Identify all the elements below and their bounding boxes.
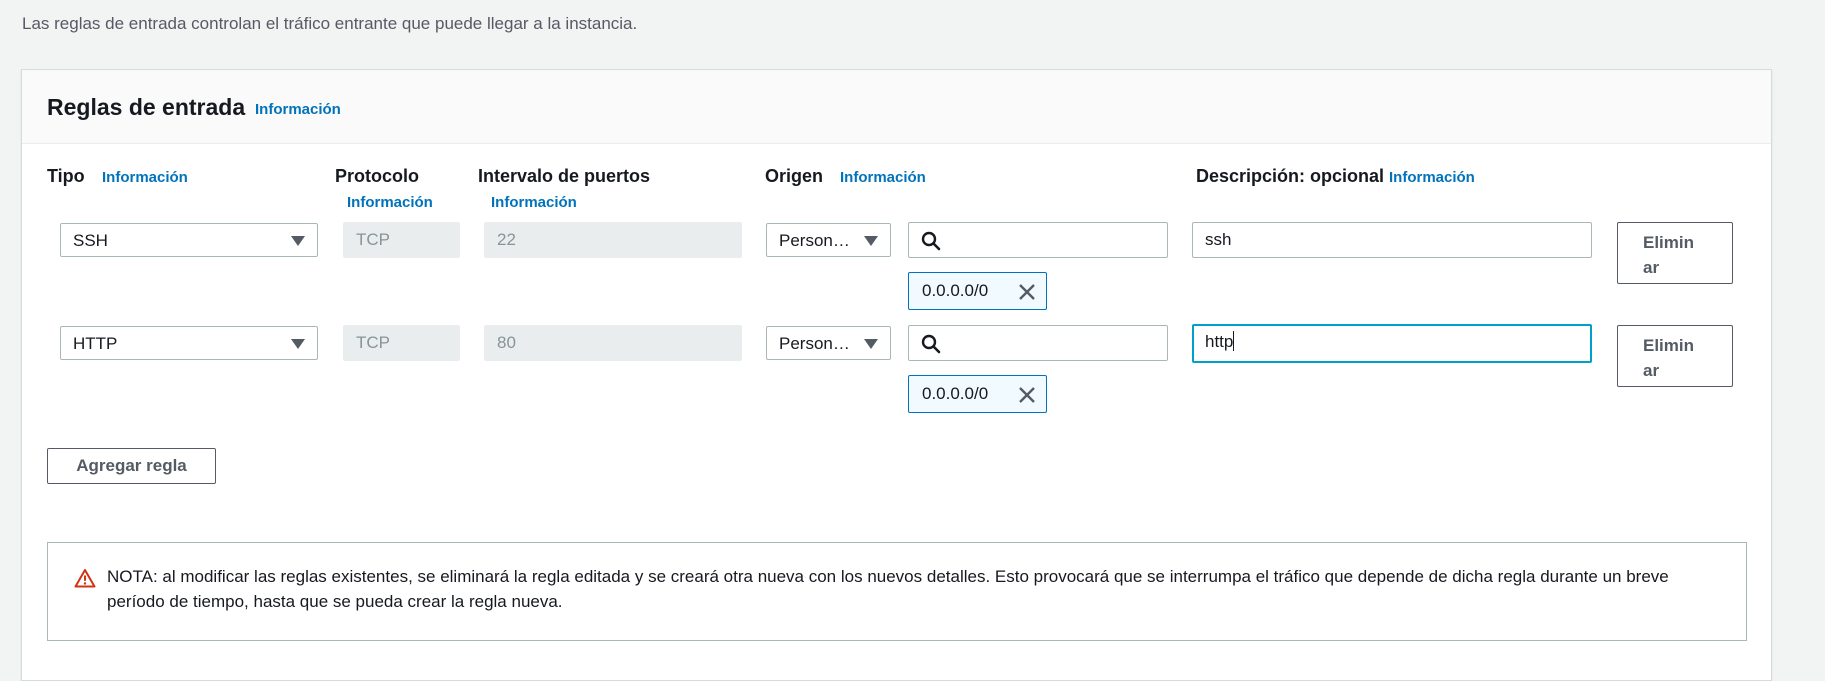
rule-source-search-input[interactable] <box>908 325 1168 361</box>
cidr-token: 0.0.0.0/0 <box>908 375 1047 413</box>
rule-protocol-field: TCP <box>343 325 460 361</box>
close-icon[interactable] <box>1018 386 1036 404</box>
rule-source-search-input[interactable] <box>908 222 1168 258</box>
caret-down-icon <box>864 339 878 349</box>
rule-type-value: HTTP <box>73 334 118 353</box>
column-origen-label: Origen <box>765 166 824 186</box>
column-protocolo-info-link[interactable]: Información <box>347 194 433 211</box>
warning-alert: NOTA: al modificar las reglas existentes… <box>47 542 1747 641</box>
rule-description-input[interactable]: ssh <box>1192 222 1592 258</box>
column-tipo-info-link[interactable]: Información <box>102 169 188 186</box>
column-descripcion-info-link[interactable]: Información <box>1389 169 1475 186</box>
column-descripcion-label: Descripción: opcional <box>1196 166 1385 186</box>
cidr-token-label: 0.0.0.0/0 <box>922 384 989 403</box>
inbound-rules-panel: Reglas de entrada Información Tipo Infor… <box>21 69 1772 681</box>
remove-rule-button[interactable]: Elimin ar <box>1617 325 1733 387</box>
rule-source-type-value: Person… <box>779 334 850 353</box>
remove-rule-button[interactable]: Elimin ar <box>1617 222 1733 284</box>
rule-type-select[interactable]: HTTP <box>60 326 318 360</box>
intro-text: Las reglas de entrada controlan el tráfi… <box>22 14 638 33</box>
rule-description-input[interactable]: http <box>1192 324 1592 363</box>
caret-down-icon <box>291 236 305 246</box>
column-tipo-label: Tipo <box>47 166 85 186</box>
caret-down-icon <box>291 339 305 349</box>
remove-rule-label-line2: ar <box>1643 258 1660 277</box>
rule-description-value: http <box>1205 332 1234 351</box>
column-puertos-label: Intervalo de puertos <box>478 166 651 186</box>
panel-title: Reglas de entrada <box>47 94 246 120</box>
remove-rule-label-line2: ar <box>1643 361 1660 380</box>
warning-triangle-icon <box>74 569 96 588</box>
rule-port-range-field: 22 <box>484 222 742 258</box>
text-cursor <box>1233 331 1235 351</box>
rule-type-value: SSH <box>73 231 108 250</box>
column-origen-info-link[interactable]: Información <box>840 169 926 186</box>
close-icon[interactable] <box>1018 283 1036 301</box>
caret-down-icon <box>864 236 878 246</box>
warning-alert-text: NOTA: al modificar las reglas existentes… <box>107 567 1669 611</box>
remove-rule-label-line1: Elimin <box>1643 336 1695 355</box>
remove-rule-label-line1: Elimin <box>1643 233 1695 252</box>
rule-port-range-field: 80 <box>484 325 742 361</box>
panel-header: Reglas de entrada Información <box>22 70 1771 144</box>
rule-source-type-value: Person… <box>779 231 850 250</box>
rule-protocol-field: TCP <box>343 222 460 258</box>
cidr-token: 0.0.0.0/0 <box>908 272 1047 310</box>
rule-source-type-select[interactable]: Person… <box>766 223 891 257</box>
add-rule-button[interactable]: Agregar regla <box>47 448 216 484</box>
search-icon <box>921 334 941 354</box>
column-protocolo-label: Protocolo <box>335 166 419 186</box>
search-icon <box>921 231 941 251</box>
column-puertos-info-link[interactable]: Información <box>491 194 577 211</box>
rule-type-select[interactable]: SSH <box>60 223 318 257</box>
cidr-token-label: 0.0.0.0/0 <box>922 281 989 300</box>
panel-info-link[interactable]: Información <box>255 101 341 118</box>
rule-source-type-select[interactable]: Person… <box>766 326 891 360</box>
